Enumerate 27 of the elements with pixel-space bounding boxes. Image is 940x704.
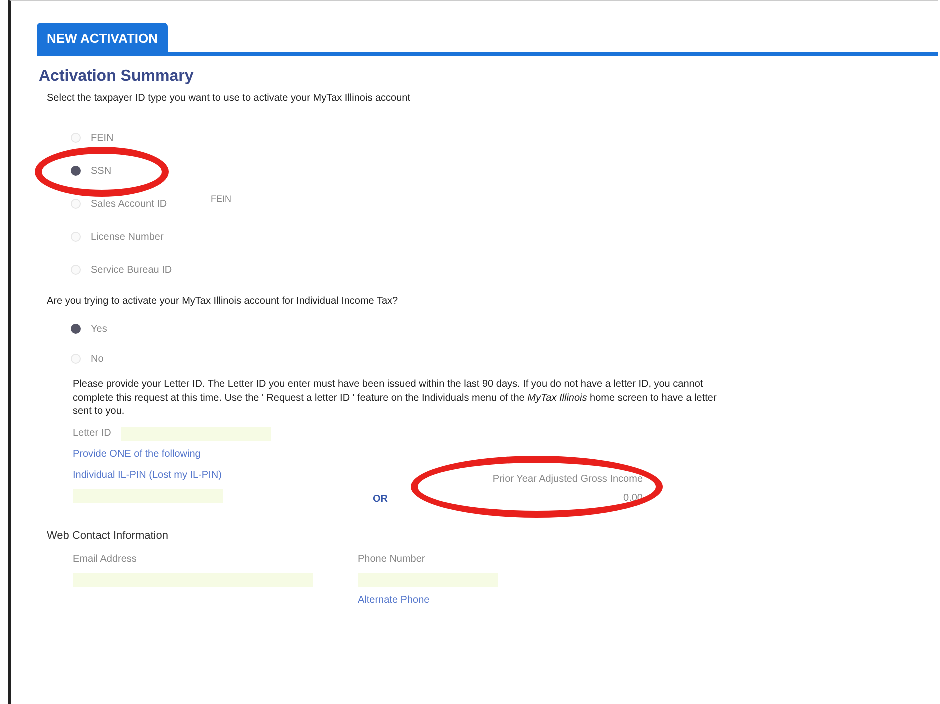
option-note: FEIN [211,194,232,204]
option-label: Yes [91,324,108,334]
option-label: FEIN [91,132,114,144]
input-field[interactable] [73,572,313,586]
instructions-text: Please provide your Letter ID. The Letter ID you enter must have been issued within the last 90 days. If you do not have a letter ID, you cannot complete this request at this time. Use the ' Request a letter ID ' feature on the Individuals menu of the MyTax Illinois home screen to have a letter sent to you. [73,378,718,418]
option-label: Sales Account ID [91,198,168,210]
field-label: Phone Number [358,554,426,564]
field-label: Prior Year Adjusted Gross Income [492,474,643,484]
pin-link[interactable]: Individual IL-PIN (Lost my IL-PIN) [73,470,373,480]
question-text: Are you trying to activate your MyTax Illinois account for Individual Income Tax? [47,294,400,308]
question-text: Select the taxpayer ID type you want to use to activate your MyTax Illinois account [47,92,412,106]
option-label: No [91,354,104,364]
field-label: Email Address [73,554,138,564]
option-label: License Number [91,232,164,242]
input-field[interactable] [358,572,498,586]
pin-field[interactable] [73,488,223,502]
new-activation-tab[interactable]: NEW ACTIVATION [37,23,168,52]
option-label: Service Bureau ID [91,264,172,276]
field-label: Letter ID [73,428,112,439]
letter-id-field[interactable] [121,426,272,440]
radio-button[interactable] [71,324,81,334]
option-label: SSN [91,166,112,176]
radio-button[interactable] [71,166,81,176]
or-label: OR [373,494,389,504]
page-title: Activation Summary [39,68,195,86]
section-heading: Web Contact Information [47,530,170,542]
field-label: Alternate Phone [358,594,431,606]
